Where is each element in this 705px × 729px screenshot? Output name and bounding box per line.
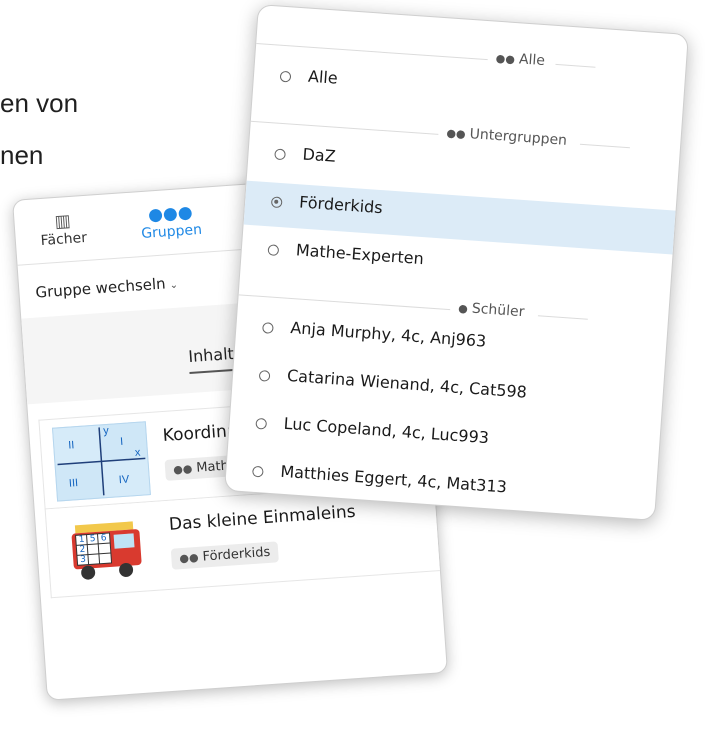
bus-thumbnail: 1 5 6 2 3 <box>58 510 155 588</box>
quadrant-label: II <box>67 439 75 452</box>
coordinate-system-thumbnail: II I III IV y x <box>51 421 151 502</box>
group-switch-label: Gruppe wechseln <box>34 274 167 302</box>
option-label: DaZ <box>301 144 337 166</box>
quadrant-label: IV <box>118 473 130 487</box>
table-number: 6 <box>100 533 107 544</box>
radio-button[interactable] <box>252 465 264 478</box>
nav-item-label: Fächer <box>40 229 88 250</box>
radio-button[interactable] <box>262 322 274 334</box>
group-icon: ●● <box>178 550 200 566</box>
card-title: Das kleine Einmaleins <box>168 501 357 535</box>
radio-button[interactable] <box>258 369 271 382</box>
option-label: Luc Copeland, 4c, Luc993 <box>283 413 490 448</box>
table-number: 3 <box>79 554 87 566</box>
group-tag-label: Förderkids <box>202 544 271 565</box>
nav-item-faecher[interactable]: ▥ Fächer <box>32 209 94 249</box>
chevron-down-icon: ⌄ <box>169 279 179 292</box>
radio-button[interactable] <box>267 244 280 257</box>
axis-label-x: x <box>134 446 141 460</box>
radio-button-selected[interactable] <box>270 196 283 209</box>
group-dropdown: ●● Alle Alle ●● Untergruppen DaZ Förderkid… <box>223 4 689 521</box>
section-header-label: Schüler <box>471 300 525 321</box>
option-label: Förderkids <box>298 192 384 218</box>
background-text-line-2: nen <box>0 140 44 170</box>
option-label: Anja Murphy, 4c, Anj963 <box>289 318 487 351</box>
nav-item-gruppen[interactable]: ●●● Gruppen <box>130 201 212 242</box>
section-header-label: Alle <box>518 51 546 70</box>
option-label: Mathe-Experten <box>295 240 425 269</box>
radio-button[interactable] <box>255 417 268 430</box>
table-number: 1 <box>78 534 85 546</box>
axis-label-y: y <box>102 424 110 438</box>
option-label: Matthies Eggert, 4c, Mat313 <box>279 461 508 497</box>
group-tag: ●● Förderkids <box>170 541 279 570</box>
background-text-line-1: en von <box>0 88 79 118</box>
radio-button[interactable] <box>274 148 286 161</box>
radio-button[interactable] <box>279 70 292 83</box>
group-switch-button[interactable]: Gruppe wechseln ⌄ <box>35 274 179 302</box>
group-icon: ●● <box>446 126 467 141</box>
group-icon: ●● <box>172 462 193 477</box>
table-number: 2 <box>79 544 86 556</box>
group-icon: ●● <box>495 51 516 67</box>
table-number: 5 <box>89 534 96 545</box>
quadrant-label: III <box>68 477 79 490</box>
section-header-label: Untergruppen <box>469 126 568 149</box>
nav-item-label: Gruppen <box>140 221 203 243</box>
person-icon: ● <box>457 301 469 316</box>
option-label: Catarina Wienand, 4c, Cat598 <box>286 365 528 402</box>
option-label: Alle <box>307 66 339 88</box>
